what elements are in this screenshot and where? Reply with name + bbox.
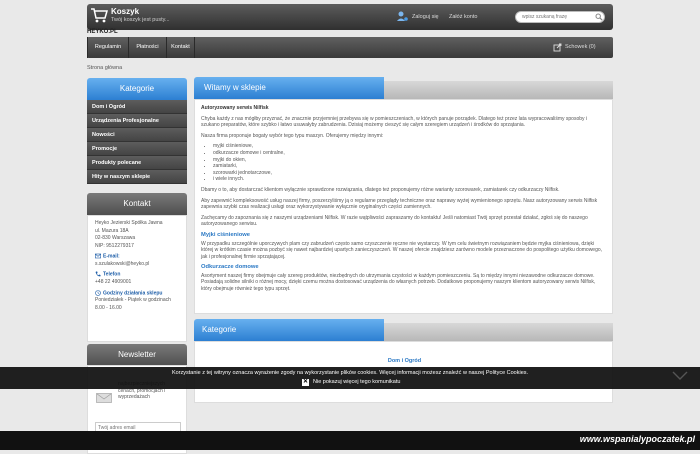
categories-box-header-bar (384, 323, 613, 341)
watermark-text: www.wspanialypoczatek.pl (579, 434, 695, 444)
contact-street: ul. Mazura 18A (95, 227, 129, 234)
sidebar-item-nowosci[interactable]: Nowości (87, 128, 187, 142)
cookie-dismiss-link[interactable]: Nie pokazuj więcej tego komunikatu (313, 379, 400, 385)
sidebar-item-urzadzenia-profesjonalne[interactable]: Urządzenia Profesjonalne (87, 114, 187, 128)
cookie-text: Korzystanie z tej witryny oznacza wyraże… (171, 370, 529, 376)
cart-icon[interactable] (90, 6, 108, 24)
envelope-icon (96, 393, 112, 403)
contact-company: Heyko Jezierski Spółka Jawna (95, 220, 163, 226)
wishlist-icon (553, 43, 562, 52)
nav-item-kontakt[interactable]: Kontakt (167, 37, 195, 58)
welcome-header: Witamy w sklepie (194, 77, 613, 99)
contact-title: Kontakt (87, 193, 187, 215)
contact-hours: Poniedziałek - Piątek w godzinach 8.00 -… (95, 297, 171, 311)
content-heading: Autoryzowany serwis Nilfisk (201, 105, 269, 111)
cookie-bar: Korzystanie z tej witryny oznacza wyraże… (0, 367, 700, 389)
content-paragraph: W przypadku szczególnie uporczywych plam… (201, 240, 603, 260)
phone-icon (95, 271, 101, 277)
contact-box: Heyko Jezierski Spółka Jawna ul. Mazura … (87, 215, 187, 342)
sidebar-item-promocje[interactable]: Promocje (87, 142, 187, 156)
content-paragraph: Chyba każdy z nas mógłby przyznać, że zn… (201, 115, 588, 129)
user-icon (397, 11, 408, 21)
close-icon[interactable]: ✕ (302, 379, 309, 386)
register-link[interactable]: Załóż konto (449, 14, 477, 20)
section-heading-odkurzacze: Odkurzacze domowe (201, 264, 259, 271)
sidebar-item-hity[interactable]: Hity w naszym sklepie (87, 170, 187, 184)
categories-box-header: Kategorie (194, 319, 613, 341)
chevron-down-icon[interactable] (672, 371, 688, 381)
search-icon[interactable] (595, 13, 603, 21)
content-paragraph: Asortyment naszej firmy obejmuje cały sz… (201, 272, 596, 293)
watermark-bar: www.wspanialypoczatek.pl (0, 431, 700, 450)
sidebar-categories-title: Kategorie (87, 78, 187, 100)
product-list: myjki ciśnieniowe, odkurzacze domowe i c… (201, 143, 606, 183)
content-paragraph: Zachęcamy do zapoznania się z naszymi ur… (201, 214, 588, 228)
nav-item-platnosci[interactable]: Płatności (129, 37, 167, 58)
section-heading-myjki: Myjki ciśnieniowe (201, 231, 250, 238)
login-link[interactable]: Zaloguj się (412, 14, 439, 20)
categories-box-title: Kategorie (194, 319, 384, 341)
list-item: i wiele innych. (213, 176, 606, 183)
search-input[interactable] (522, 13, 592, 21)
content-paragraph: Nasza firma proponuje bogaty wybór tego … (201, 132, 384, 139)
phone-label: Telefon (103, 271, 121, 278)
sidebar-item-produkty-polecane[interactable]: Produkty polecane (87, 156, 187, 170)
cart-title[interactable]: Koszyk (111, 7, 139, 16)
wishlist-link[interactable]: Schowek (0) (565, 44, 596, 50)
welcome-title: Witamy w sklepie (194, 77, 384, 99)
email-label: E-mail: (103, 253, 120, 260)
nav-item-regulamin[interactable]: Regulamin (87, 37, 129, 58)
header: Koszyk Twój koszyk jest pusty... Zaloguj… (87, 4, 613, 30)
list-item: myjki ciśnieniowe, (213, 143, 606, 150)
contact-phone: +48 22 4909001 (95, 279, 132, 286)
email-icon (95, 253, 101, 259)
list-item: odkurzacze domowe i centralne, (213, 150, 606, 157)
clock-icon (95, 289, 101, 296)
sidebar-category-list: Dom i Ogród Urządzenia Profesjonalne Now… (87, 100, 187, 184)
breadcrumb[interactable]: Strona główna (87, 65, 122, 71)
welcome-header-bar (384, 81, 613, 99)
welcome-content: Autoryzowany serwis Nilfisk Chyba każdy … (194, 99, 613, 314)
hours-label: Godziny działania sklepu (103, 289, 163, 296)
cart-subtitle: Twój koszyk jest pusty... (111, 17, 170, 23)
contact-nip: NIP: 9512279317 (95, 242, 134, 249)
search-box (515, 11, 605, 23)
content-paragraph: Aby zapewnić kompleksowość usług naszej … (201, 197, 598, 211)
contact-email[interactable]: s.szulakowski@heyko.pl (95, 261, 179, 269)
newsletter-title: Newsletter (87, 344, 187, 366)
content-paragraph: Dbamy o to, aby dostarczać klientom wyłą… (201, 186, 560, 193)
contact-city: 02-830 Warszawa (95, 235, 136, 241)
main-nav: Regulamin Płatności Kontakt Schowek (0) (87, 37, 613, 58)
list-item: zamiatarki, (213, 163, 606, 170)
sidebar-item-dom-i-ogrod[interactable]: Dom i Ogród (87, 100, 187, 114)
list-item: szorowarki jednotarczowe, (213, 170, 606, 177)
category-link-dom-i-ogrod[interactable]: Dom i Ogród (195, 358, 614, 364)
shop-name[interactable]: HEYKO.PL (87, 29, 118, 35)
list-item: myjki do okien, (213, 157, 606, 164)
